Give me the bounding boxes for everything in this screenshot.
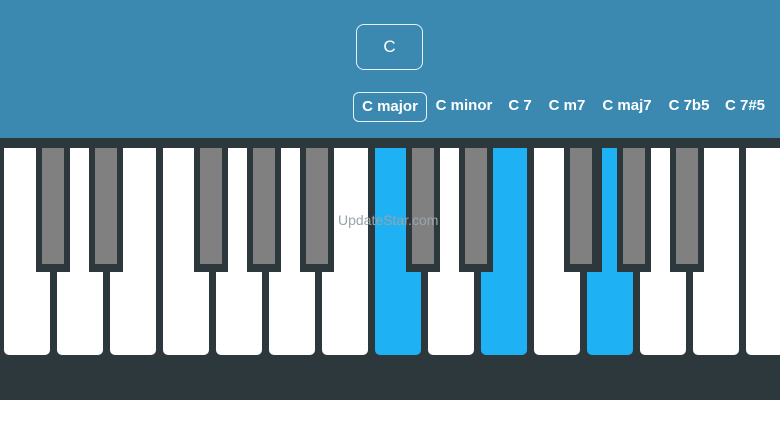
root-note-selector[interactable]: C bbox=[356, 24, 423, 70]
black-key-g-sharp[interactable] bbox=[89, 138, 123, 272]
chord-tab-c-m7[interactable]: C m7 bbox=[546, 92, 588, 122]
black-key-a-sharp[interactable] bbox=[300, 138, 334, 272]
chord-header: C C major C minor C 7 C m7 C maj7 C 7b5 … bbox=[0, 0, 780, 138]
chord-tab-c-maj7[interactable]: C maj7 bbox=[600, 92, 654, 122]
piano-keyboard bbox=[0, 138, 780, 400]
black-key-c-sharp-2[interactable] bbox=[406, 138, 440, 272]
chord-tab-c-7b5[interactable]: C 7b5 bbox=[667, 92, 711, 122]
black-key-d-sharp-2[interactable] bbox=[459, 138, 493, 272]
black-key-c-sharp[interactable] bbox=[194, 138, 228, 272]
chord-tab-c-7[interactable]: C 7 bbox=[506, 92, 534, 122]
white-key-c3[interactable] bbox=[746, 148, 780, 355]
black-key-f-sharp[interactable] bbox=[36, 138, 70, 272]
black-key-f-sharp-2[interactable] bbox=[564, 138, 598, 272]
chord-tab-c-major[interactable]: C major bbox=[353, 92, 427, 122]
watermark: UpdateStar.com bbox=[338, 212, 439, 228]
black-key-a-sharp-2[interactable] bbox=[670, 138, 704, 272]
chord-tab-c-7-sharp-5[interactable]: C 7#5 bbox=[723, 92, 767, 122]
black-key-d-sharp[interactable] bbox=[247, 138, 281, 272]
black-key-g-sharp-2[interactable] bbox=[617, 138, 651, 272]
chord-tab-c-minor[interactable]: C minor bbox=[434, 92, 494, 122]
